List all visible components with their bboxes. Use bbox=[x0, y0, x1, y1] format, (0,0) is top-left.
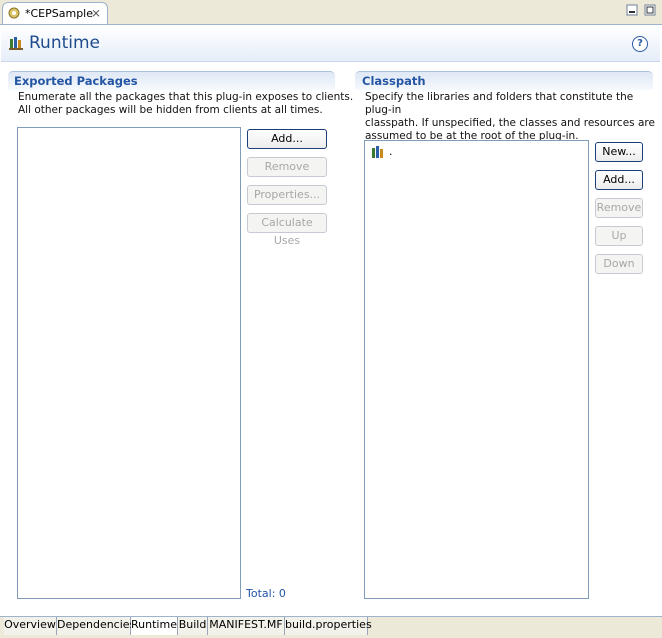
tab-build[interactable]: Build bbox=[178, 617, 208, 635]
help-icon[interactable]: ? bbox=[632, 36, 648, 52]
calculate-uses-button[interactable]: Calculate Uses bbox=[247, 213, 327, 247]
page-title: Runtime bbox=[29, 33, 101, 53]
classpath-new-button[interactable]: New... bbox=[595, 142, 643, 162]
total-count: Total: 0 bbox=[246, 587, 286, 600]
classpath-list[interactable]: . bbox=[364, 140, 589, 599]
classpath-down-button[interactable]: Down bbox=[595, 254, 643, 274]
tab-runtime[interactable]: Runtime bbox=[131, 617, 178, 635]
exported-packages-list[interactable] bbox=[17, 127, 241, 599]
exported-packages-title: Exported Packages bbox=[14, 74, 138, 88]
library-icon bbox=[371, 146, 387, 162]
minimize-icon[interactable] bbox=[626, 4, 638, 19]
description-line: Enumerate all the packages that this plu… bbox=[18, 91, 354, 103]
classpath-up-button[interactable]: Up bbox=[595, 226, 643, 246]
maximize-icon[interactable] bbox=[644, 4, 656, 19]
runtime-icon bbox=[9, 36, 25, 53]
classpath-entry-label: . bbox=[389, 145, 393, 158]
tab-build-properties[interactable]: build.properties bbox=[285, 617, 372, 635]
plugin-manifest-icon bbox=[7, 6, 21, 23]
tab-manifest[interactable]: MANIFEST.MF bbox=[208, 617, 285, 635]
exported-remove-button[interactable]: Remove bbox=[247, 157, 327, 177]
editor-tab-label: *CEPSample bbox=[25, 7, 94, 20]
exported-add-button[interactable]: Add... bbox=[247, 129, 327, 149]
classpath-remove-button[interactable]: Remove bbox=[595, 198, 643, 218]
classpath-title: Classpath bbox=[362, 74, 426, 88]
editor-tab[interactable]: *CEPSample ⨯ bbox=[2, 2, 108, 24]
description-line: Specify the libraries and folders that c… bbox=[365, 91, 634, 116]
exported-packages-description: Enumerate all the packages that this plu… bbox=[18, 91, 353, 117]
tab-overview[interactable]: Overview bbox=[4, 617, 57, 635]
classpath-description: Specify the libraries and folders that c… bbox=[365, 91, 662, 143]
exported-properties-button[interactable]: Properties... bbox=[247, 185, 327, 205]
description-line: All other packages will be hidden from c… bbox=[18, 104, 323, 116]
close-tab-icon[interactable]: ⨯ bbox=[91, 6, 101, 20]
classpath-add-button[interactable]: Add... bbox=[595, 170, 643, 190]
tab-dependencies[interactable]: Dependencies bbox=[57, 617, 135, 635]
description-line: classpath. If unspecified, the classes a… bbox=[365, 117, 655, 129]
